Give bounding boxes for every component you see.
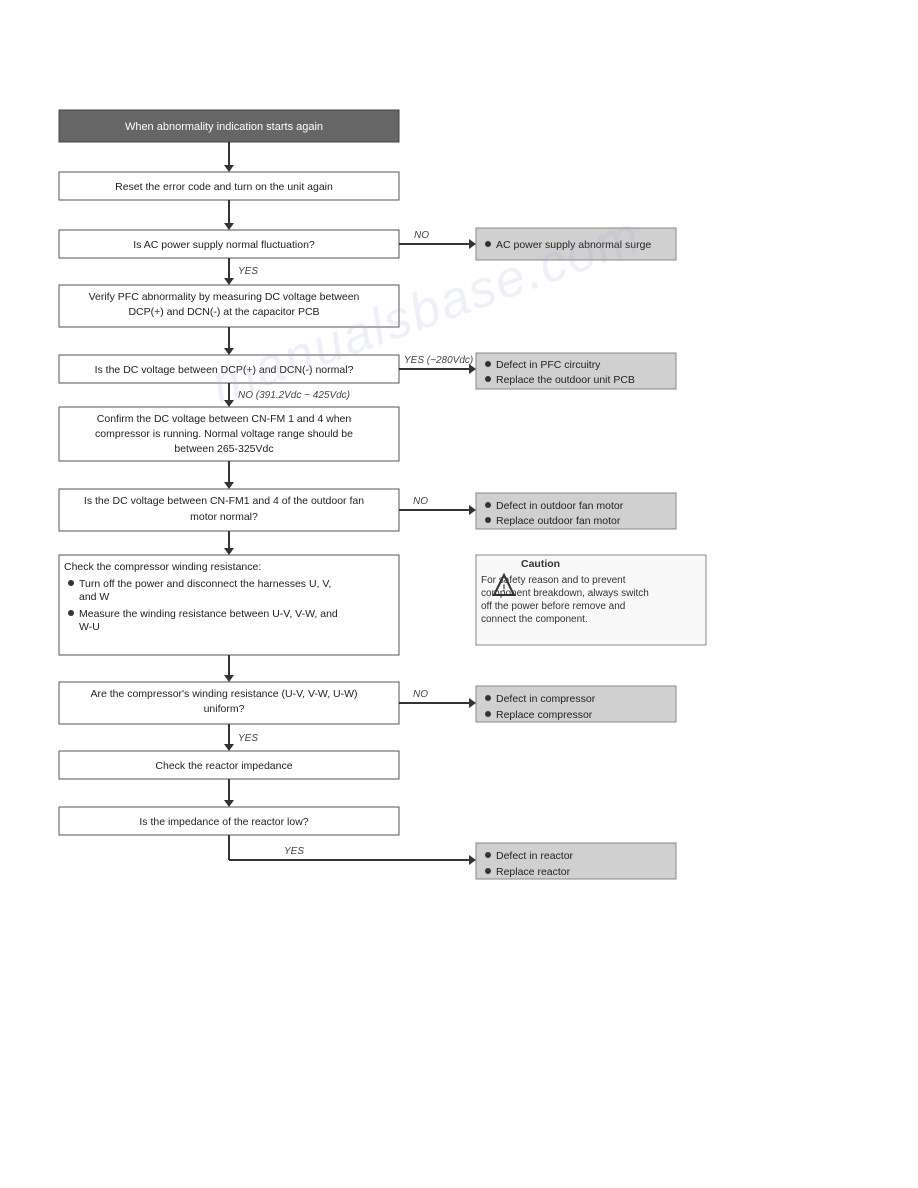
winding-title: Check the compressor winding resistance:: [64, 561, 261, 573]
no-label-q3: NO: [413, 496, 428, 507]
comp-defect-line1: Defect in compressor: [496, 693, 596, 705]
yes-280-label: YES (~280Vdc): [404, 355, 473, 366]
check-reactor-label: Check the reactor impedance: [155, 760, 292, 772]
confirm-dc-line2: compressor is running. Normal voltage ra…: [95, 428, 353, 440]
no-391-label: NO (391.2Vdc ~ 425Vdc): [238, 390, 350, 401]
q3-line2: motor normal?: [190, 511, 258, 523]
caution-title: Caution: [521, 558, 560, 570]
fan-defect-line1: Defect in outdoor fan motor: [496, 500, 624, 512]
caution-line2: component breakdown, always switch: [481, 588, 649, 599]
confirm-dc-line1: Confirm the DC voltage between CN-FM 1 a…: [97, 413, 352, 425]
caution-line1: For safety reason and to prevent: [481, 575, 626, 586]
q5-label: Is the impedance of the reactor low?: [139, 816, 308, 828]
q2-box-label: Is the DC voltage between DCP(+) and DCN…: [95, 364, 354, 376]
pfc-defect-line2: Replace the outdoor unit PCB: [496, 374, 635, 386]
no-label-q1: NO: [414, 230, 429, 241]
yes-label-q5: YES: [284, 846, 304, 857]
winding-b1-line1: Turn off the power and disconnect the ha…: [79, 578, 331, 590]
start-box-label: When abnormality indication starts again: [125, 121, 323, 133]
reactor-defect-line2: Replace reactor: [496, 866, 571, 878]
q3-line1: Is the DC voltage between CN-FM1 and 4 o…: [84, 495, 364, 507]
fan-defect-line2: Replace outdoor fan motor: [496, 515, 621, 527]
verify-pfc-line1: Verify PFC abnormality by measuring DC v…: [89, 291, 360, 303]
no-label-q4: NO: [413, 689, 428, 700]
ac-surge-label: AC power supply abnormal surge: [496, 239, 651, 251]
pfc-defect-line1: Defect in PFC circuitry: [496, 359, 601, 371]
flowchart-svg: When abnormality indication starts again…: [49, 100, 869, 1150]
winding-b2-line1: Measure the winding resistance between U…: [79, 608, 338, 620]
reactor-defect-line1: Defect in reactor: [496, 850, 574, 862]
q4-line2: uniform?: [204, 703, 245, 715]
q1-box-label: Is AC power supply normal fluctuation?: [133, 239, 315, 251]
q4-line1: Are the compressor's winding resistance …: [90, 688, 357, 700]
verify-pfc-line2: DCP(+) and DCN(-) at the capacitor PCB: [128, 306, 319, 318]
reset-box-label: Reset the error code and turn on the uni…: [115, 181, 333, 193]
caution-line3: off the power before remove and: [481, 601, 625, 612]
confirm-dc-line3: between 265-325Vdc: [174, 443, 273, 455]
yes-label-q4: YES: [238, 733, 258, 744]
winding-b1-line2: and W: [79, 591, 109, 603]
caution-line4: connect the component.: [481, 614, 588, 625]
winding-b2-line2: W-U: [79, 621, 100, 633]
comp-defect-line2: Replace compressor: [496, 709, 593, 721]
yes-label-q1: YES: [238, 266, 258, 277]
